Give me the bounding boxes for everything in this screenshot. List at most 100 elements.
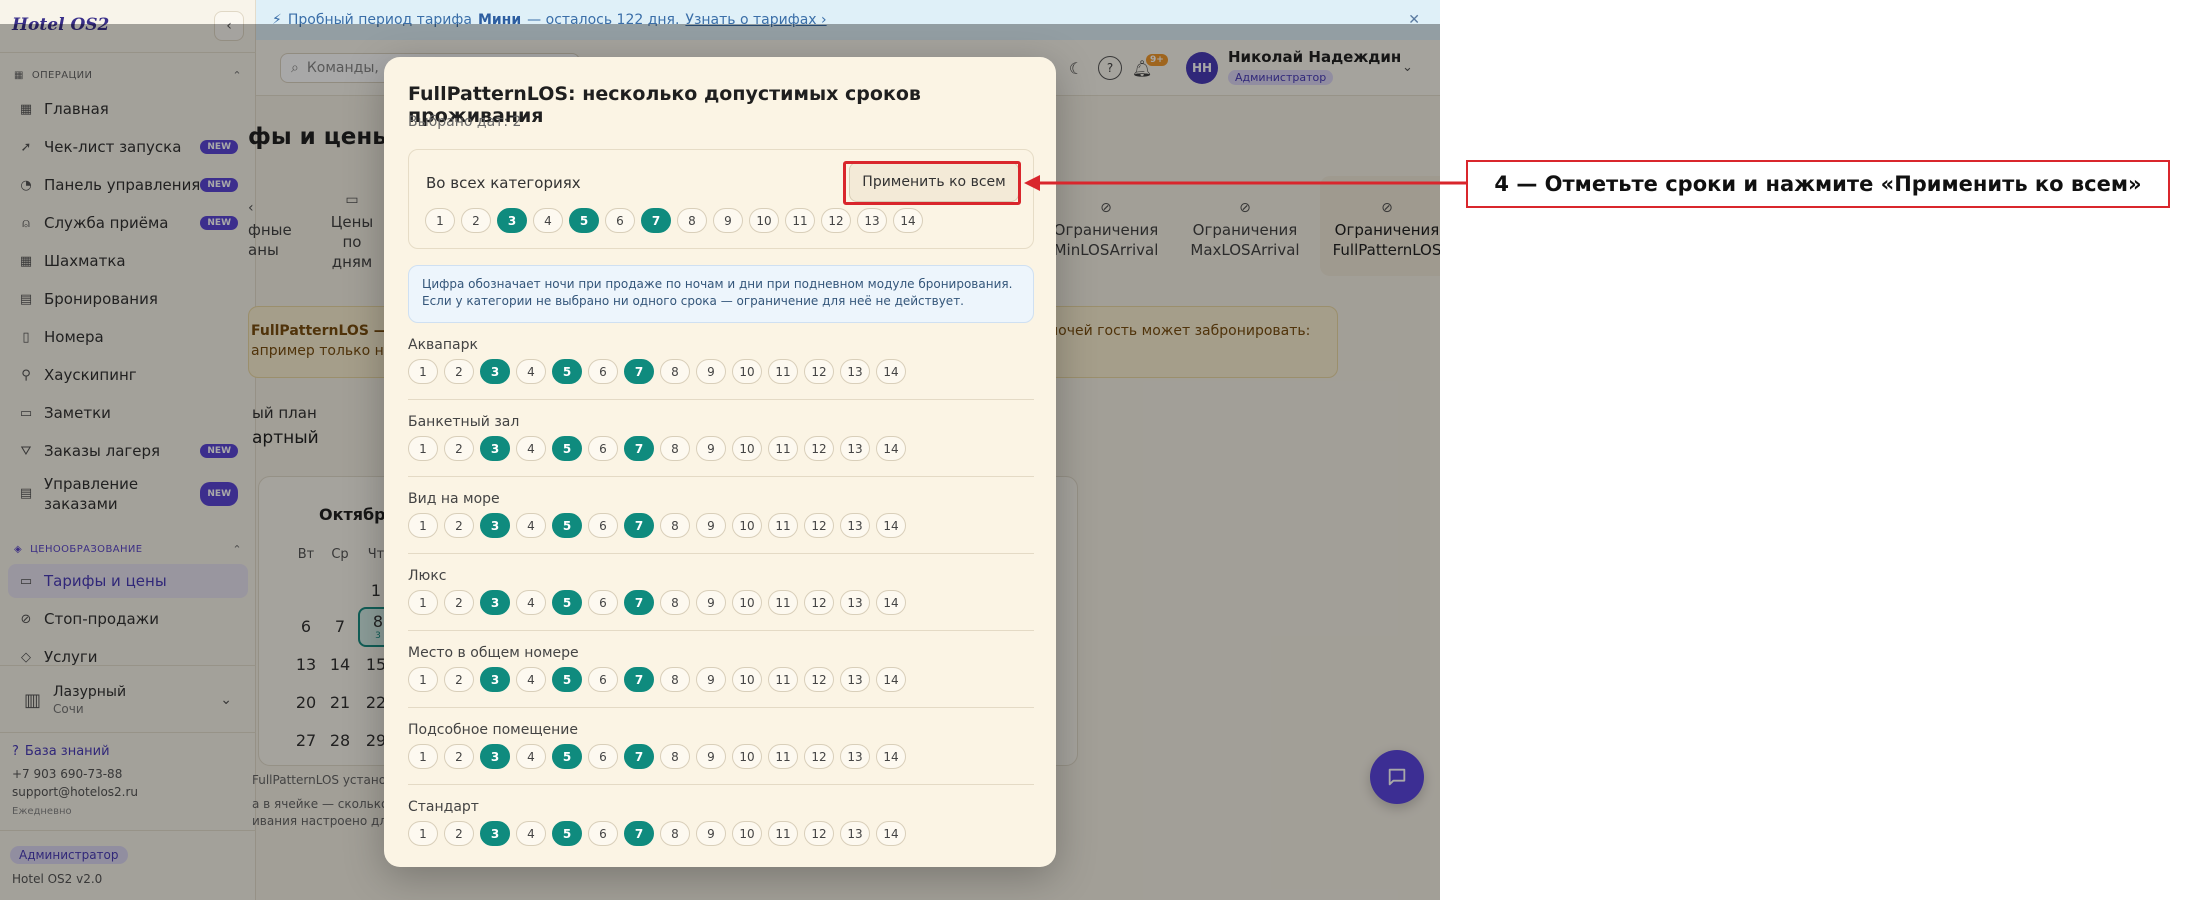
stay-length-chip[interactable]: 5 <box>552 744 582 769</box>
stay-length-chip[interactable]: 13 <box>857 208 887 233</box>
stay-length-chip[interactable]: 2 <box>444 744 474 769</box>
stay-length-chip[interactable]: 7 <box>641 208 671 233</box>
stay-length-chip[interactable]: 12 <box>804 744 834 769</box>
stay-length-chip[interactable]: 4 <box>516 744 546 769</box>
stay-length-chip[interactable]: 2 <box>444 667 474 692</box>
stay-length-chip[interactable]: 5 <box>552 359 582 384</box>
stay-length-chip[interactable]: 8 <box>660 744 690 769</box>
stay-length-chip[interactable]: 8 <box>660 590 690 615</box>
stay-length-chip[interactable]: 6 <box>588 667 618 692</box>
stay-length-chip[interactable]: 8 <box>677 208 707 233</box>
stay-length-chip[interactable]: 7 <box>624 436 654 461</box>
stay-length-chip[interactable]: 14 <box>876 436 906 461</box>
stay-length-chip[interactable]: 13 <box>840 513 870 538</box>
stay-length-chip[interactable]: 14 <box>876 821 906 846</box>
stay-length-chip[interactable]: 13 <box>840 744 870 769</box>
stay-length-chip[interactable]: 8 <box>660 513 690 538</box>
stay-length-chip[interactable]: 8 <box>660 667 690 692</box>
stay-length-chip[interactable]: 12 <box>804 513 834 538</box>
stay-length-chip[interactable]: 11 <box>785 208 815 233</box>
stay-length-chip[interactable]: 11 <box>768 513 798 538</box>
stay-length-chip[interactable]: 7 <box>624 359 654 384</box>
stay-length-chip[interactable]: 4 <box>533 208 563 233</box>
stay-length-chip[interactable]: 6 <box>588 821 618 846</box>
stay-length-chip[interactable]: 1 <box>408 513 438 538</box>
stay-length-chip[interactable]: 4 <box>516 590 546 615</box>
stay-length-chip[interactable]: 7 <box>624 590 654 615</box>
stay-length-chip[interactable]: 10 <box>732 436 762 461</box>
stay-length-chip[interactable]: 12 <box>804 821 834 846</box>
stay-length-chip[interactable]: 5 <box>569 208 599 233</box>
stay-length-chip[interactable]: 10 <box>732 821 762 846</box>
stay-length-chip[interactable]: 11 <box>768 821 798 846</box>
stay-length-chip[interactable]: 9 <box>696 359 726 384</box>
stay-length-chip[interactable]: 13 <box>840 359 870 384</box>
stay-length-chip[interactable]: 10 <box>732 590 762 615</box>
stay-length-chip[interactable]: 1 <box>408 590 438 615</box>
stay-length-chip[interactable]: 3 <box>497 208 527 233</box>
stay-length-chip[interactable]: 9 <box>696 590 726 615</box>
stay-length-chip[interactable]: 3 <box>480 436 510 461</box>
stay-length-chip[interactable]: 2 <box>444 821 474 846</box>
stay-length-chip[interactable]: 1 <box>408 667 438 692</box>
stay-length-chip[interactable]: 5 <box>552 513 582 538</box>
stay-length-chip[interactable]: 11 <box>768 590 798 615</box>
stay-length-chip[interactable]: 4 <box>516 436 546 461</box>
stay-length-chip[interactable]: 2 <box>461 208 491 233</box>
stay-length-chip[interactable]: 14 <box>876 513 906 538</box>
stay-length-chip[interactable]: 6 <box>588 359 618 384</box>
stay-length-chip[interactable]: 12 <box>804 667 834 692</box>
stay-length-chip[interactable]: 3 <box>480 513 510 538</box>
stay-length-chip[interactable]: 5 <box>552 821 582 846</box>
stay-length-chip[interactable]: 1 <box>408 436 438 461</box>
stay-length-chip[interactable]: 8 <box>660 359 690 384</box>
stay-length-chip[interactable]: 12 <box>804 590 834 615</box>
stay-length-chip[interactable]: 9 <box>696 513 726 538</box>
stay-length-chip[interactable]: 14 <box>876 667 906 692</box>
stay-length-chip[interactable]: 11 <box>768 436 798 461</box>
stay-length-chip[interactable]: 9 <box>696 667 726 692</box>
stay-length-chip[interactable]: 2 <box>444 590 474 615</box>
stay-length-chip[interactable]: 7 <box>624 821 654 846</box>
stay-length-chip[interactable]: 4 <box>516 359 546 384</box>
stay-length-chip[interactable]: 1 <box>408 359 438 384</box>
stay-length-chip[interactable]: 9 <box>696 821 726 846</box>
stay-length-chip[interactable]: 14 <box>876 359 906 384</box>
stay-length-chip[interactable]: 2 <box>444 359 474 384</box>
stay-length-chip[interactable]: 1 <box>408 821 438 846</box>
stay-length-chip[interactable]: 14 <box>893 208 923 233</box>
stay-length-chip[interactable]: 9 <box>713 208 743 233</box>
stay-length-chip[interactable]: 10 <box>732 513 762 538</box>
stay-length-chip[interactable]: 3 <box>480 359 510 384</box>
stay-length-chip[interactable]: 3 <box>480 590 510 615</box>
stay-length-chip[interactable]: 13 <box>840 667 870 692</box>
stay-length-chip[interactable]: 4 <box>516 667 546 692</box>
stay-length-chip[interactable]: 12 <box>804 436 834 461</box>
stay-length-chip[interactable]: 12 <box>821 208 851 233</box>
stay-length-chip[interactable]: 13 <box>840 821 870 846</box>
stay-length-chip[interactable]: 4 <box>516 821 546 846</box>
stay-length-chip[interactable]: 5 <box>552 667 582 692</box>
stay-length-chip[interactable]: 10 <box>749 208 779 233</box>
stay-length-chip[interactable]: 6 <box>588 590 618 615</box>
stay-length-chip[interactable]: 7 <box>624 667 654 692</box>
stay-length-chip[interactable]: 3 <box>480 821 510 846</box>
stay-length-chip[interactable]: 12 <box>804 359 834 384</box>
stay-length-chip[interactable]: 9 <box>696 744 726 769</box>
stay-length-chip[interactable]: 4 <box>516 513 546 538</box>
stay-length-chip[interactable]: 10 <box>732 359 762 384</box>
stay-length-chip[interactable]: 10 <box>732 667 762 692</box>
stay-length-chip[interactable]: 11 <box>768 667 798 692</box>
stay-length-chip[interactable]: 1 <box>425 208 455 233</box>
stay-length-chip[interactable]: 5 <box>552 590 582 615</box>
stay-length-chip[interactable]: 7 <box>624 744 654 769</box>
stay-length-chip[interactable]: 14 <box>876 744 906 769</box>
stay-length-chip[interactable]: 2 <box>444 513 474 538</box>
stay-length-chip[interactable]: 7 <box>624 513 654 538</box>
stay-length-chip[interactable]: 3 <box>480 744 510 769</box>
stay-length-chip[interactable]: 5 <box>552 436 582 461</box>
stay-length-chip[interactable]: 6 <box>588 513 618 538</box>
stay-length-chip[interactable]: 1 <box>408 744 438 769</box>
stay-length-chip[interactable]: 8 <box>660 436 690 461</box>
stay-length-chip[interactable]: 10 <box>732 744 762 769</box>
